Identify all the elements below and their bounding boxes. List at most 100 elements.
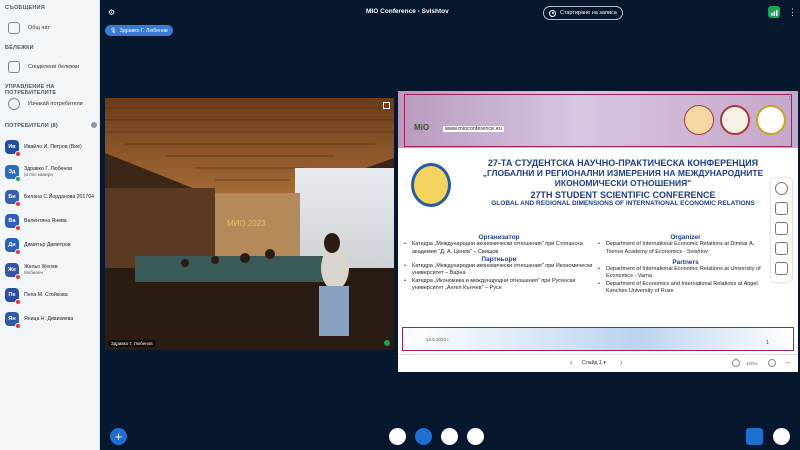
- user-settings-icon[interactable]: ⚙: [108, 8, 117, 17]
- user-row[interactable]: Ян Яница Н. Дивизиева: [5, 308, 97, 330]
- public-chat-label: Общ чат: [28, 25, 50, 31]
- raise-hand-button[interactable]: [773, 428, 790, 445]
- slide-footer: [402, 327, 794, 351]
- status-dot: [15, 299, 21, 305]
- user-status: (а mic-камера: [24, 172, 53, 177]
- user-name: Ивайло И. Петров (Вие): [24, 143, 82, 150]
- fullscreen-icon[interactable]: [383, 102, 390, 109]
- user-row[interactable]: Ва Валентина Янева: [5, 210, 97, 232]
- undo-icon[interactable]: [775, 202, 788, 215]
- logo-2-icon: [720, 105, 750, 135]
- management-section-title: УПРАВЛЕНИЕ НА ПОТРЕБИТЕЛИТЕ: [5, 84, 57, 96]
- user-name: Пепа М. Стойкова: [24, 291, 68, 298]
- record-icon: [549, 9, 556, 17]
- connection-status-icon[interactable]: [768, 6, 780, 18]
- remove-users-label: Изчакай потребители: [28, 101, 83, 107]
- top-bar: ⚙ MIO Conference - Svishtov Стартиране н…: [100, 0, 800, 26]
- notes-icon: [8, 61, 20, 73]
- annotation-toolbar: [771, 178, 792, 282]
- bg-organizers: Организатор Катедра „Международни иконом…: [404, 234, 594, 292]
- zoom-level: 100%: [746, 361, 758, 366]
- user-name: Яница Н. Дивизиева: [24, 315, 74, 322]
- start-recording-button[interactable]: Стартиране на записа: [543, 6, 623, 20]
- user-status: Мобилен: [24, 270, 44, 275]
- bg-title-line-3: ИКОНОМИЧЕСКИ ОТНОШЕНИЯ": [554, 178, 692, 188]
- hand-tool-icon[interactable]: [775, 182, 788, 195]
- fit-to-width-icon[interactable]: ↔: [784, 359, 791, 366]
- user-row[interactable]: Пе Пепа М. Стойкова: [5, 284, 97, 306]
- talking-name: Здравко Г. Любенов: [119, 27, 168, 34]
- academy-seal-icon: [411, 163, 451, 207]
- presentation-toggle-button[interactable]: [746, 428, 763, 445]
- mio-logo: MiO: [414, 123, 430, 132]
- public-chat-item[interactable]: Общ чат: [5, 20, 97, 36]
- user-row[interactable]: Ди Димитър Димитров: [5, 234, 97, 256]
- bg-title-line-2: „ГЛОБАЛНИ И РЕГИОНАЛНИ ИЗМЕРЕНИЯ НА МЕЖД…: [482, 168, 764, 178]
- actions-button[interactable]: +: [110, 428, 127, 445]
- sidebar: СЪОБЩЕНИЯ Общ чат БЕЛЕЖКИ Споделени беле…: [0, 0, 100, 450]
- zoom-out-icon[interactable]: [732, 359, 740, 367]
- more-options-icon[interactable]: ⋮: [788, 7, 797, 17]
- en-organizers: Organizer Department of International Ec…: [598, 234, 773, 295]
- shared-notes-item[interactable]: Споделени бележки: [5, 59, 97, 75]
- svg-text:MИO 2023: MИO 2023: [227, 219, 266, 228]
- slide-selector[interactable]: Слайд 1 ▾: [582, 360, 606, 366]
- record-label: Стартиране на записа: [560, 10, 617, 16]
- status-dot: [15, 151, 21, 157]
- trash-icon[interactable]: [775, 222, 788, 235]
- en-organizer-text: Department of International Economic Rel…: [598, 241, 773, 256]
- webcam-video[interactable]: MИO 2023 Здравко Г. Любенов: [105, 98, 394, 350]
- screenshare-button[interactable]: [467, 428, 484, 445]
- en-partner-1: Department of International Economic Rel…: [598, 266, 773, 281]
- status-dot: [15, 249, 21, 255]
- zoom-in-icon[interactable]: [768, 359, 776, 367]
- users-settings-icon[interactable]: [91, 122, 97, 128]
- user-row[interactable]: Би Билана С.Йорданова 201704: [5, 186, 97, 208]
- conference-title: MIO Conference - Svishtov: [366, 8, 449, 15]
- avatar: Же: [5, 263, 21, 280]
- multi-user-icon[interactable]: [775, 242, 788, 255]
- presentation-area: MiO www.mioconference.eu 27-ТА СТУДЕНТСК…: [398, 91, 798, 372]
- mute-button[interactable]: [389, 428, 406, 445]
- bg-partners-heading: Партньори: [481, 255, 517, 263]
- avatar: Пе: [5, 288, 21, 305]
- user-row[interactable]: Же Жельо Желев Мобилен: [5, 259, 97, 281]
- logo-1-icon: [684, 105, 714, 135]
- bg-organizer-text: Катедра „Международни икономически отнош…: [404, 241, 594, 256]
- remove-users-item[interactable]: Изчакай потребители: [5, 96, 97, 112]
- slide-title-bg: 27-ТА СТУДЕНТСКА НАУЧНО-ПРАКТИЧЕСКА КОНФ…: [458, 158, 788, 208]
- slide: MiO www.mioconference.eu 27-ТА СТУДЕНТСК…: [398, 91, 798, 354]
- webcam-status-icon: [384, 340, 390, 346]
- chart-icon[interactable]: [775, 262, 788, 275]
- next-slide-icon[interactable]: ›: [620, 358, 623, 367]
- user-row[interactable]: Ив Ивайло И. Петров (Вие): [5, 136, 97, 158]
- webcam-scene: MИO 2023: [105, 98, 394, 350]
- website-label: www.mioconference.eu: [443, 126, 504, 132]
- en-organizer-heading: Organizer: [670, 234, 701, 241]
- presentation-controls: ‹ Слайд 1 ▾ › 100% ↔: [398, 354, 798, 372]
- avatar: Ва: [5, 214, 21, 231]
- slide-page-number: 1: [766, 340, 769, 346]
- prev-slide-icon[interactable]: ‹: [570, 358, 573, 367]
- avatar: Би: [5, 190, 21, 207]
- bg-partner-1: Катедра „Международни икономически отнош…: [404, 263, 594, 278]
- users-section-title: ПОТРЕБИТЕЛИ (8): [5, 123, 58, 129]
- slide-date: 13.5.2023 г.: [426, 337, 450, 342]
- logo-3-icon: [756, 105, 786, 135]
- audio-button[interactable]: [415, 428, 432, 445]
- user-icon: [8, 98, 20, 110]
- bg-partner-2: Катедра „Икономика и международни отноше…: [404, 278, 594, 293]
- status-dot: [15, 323, 21, 329]
- microphone-icon: 🎙: [110, 27, 117, 34]
- camera-button[interactable]: [441, 428, 458, 445]
- status-dot: [15, 274, 21, 280]
- avatar: Зд: [5, 165, 21, 182]
- shared-notes-label: Споделени бележки: [28, 64, 80, 70]
- notes-section-title: БЕЛЕЖКИ: [5, 45, 34, 51]
- presentation-menu-icon[interactable]: ⋮: [786, 93, 793, 101]
- user-row[interactable]: Зд Здравко Г. Любенов (а mic-камера: [5, 161, 97, 183]
- user-name: Димитър Димитров: [24, 241, 71, 248]
- avatar: Ив: [5, 140, 21, 157]
- bg-title-line-1: 27-ТА СТУДЕНТСКА НАУЧНО-ПРАКТИЧЕСКА КОНФ…: [487, 158, 759, 168]
- messages-section-title: СЪОБЩЕНИЯ: [5, 5, 45, 11]
